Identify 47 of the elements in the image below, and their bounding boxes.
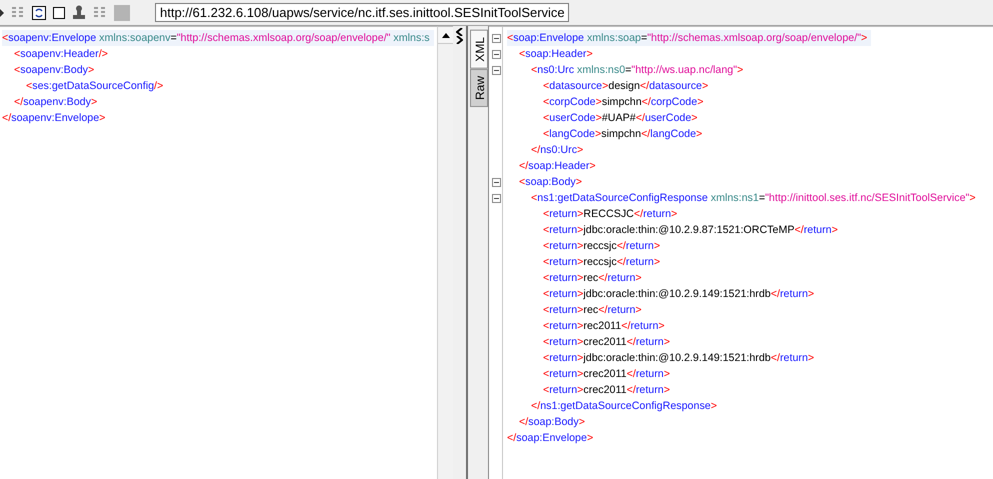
xml-line: <return>crec2011</return> — [543, 335, 671, 350]
scroll-up-icon[interactable] — [442, 32, 450, 38]
xml-line: </ns1:getDataSourceConfigResponse> — [531, 399, 718, 414]
collapse-icon[interactable] — [492, 178, 500, 186]
xml-line: </soap:Envelope> — [507, 431, 594, 446]
xml-line: </ns0:Urc> — [531, 143, 584, 158]
xml-line: <return>reccsjc</return> — [543, 255, 662, 270]
xml-line: <ns0:Urc xmlns:ns0="http://ws.uap.nc/lang"> — [531, 63, 744, 78]
xml-line: </soapenv:Envelope> — [2, 111, 106, 126]
xml-line: <corpCode>simpchn</corpCode> — [543, 95, 704, 110]
xml-line: <soapenv:Header/> — [14, 47, 109, 62]
xml-line: <return>RECCSJC</return> — [543, 207, 678, 222]
xml-line: <return>jdbc:oracle:thin:@10.2.9.87:1521:ORCTeMP</return> — [543, 223, 839, 238]
xml-line: </soap:Header> — [519, 159, 597, 174]
xml-line: </soap:Body> — [519, 415, 586, 430]
xml-line: <return>crec2011</return> — [543, 367, 671, 382]
xml-line: <soap:Header> — [519, 47, 594, 62]
xml-line: <ses:getDataSourceConfig/> — [26, 79, 164, 94]
xml-line: <return>jdbc:oracle:thin:@10.2.9.149:1521:hrdb</return> — [543, 351, 816, 366]
xml-line: <return>rec</return> — [543, 303, 643, 318]
splitter[interactable] — [453, 26, 468, 479]
stamp-icon[interactable] — [72, 5, 86, 20]
xml-line: <datasource>design</datasource> — [543, 79, 710, 94]
collapse-icon[interactable] — [492, 194, 500, 202]
square-icon[interactable] — [53, 6, 65, 18]
view-tab[interactable]: XML — [470, 30, 488, 69]
xml-line: <return>crec2011</return> — [543, 383, 671, 398]
collapse-left-icon[interactable] — [456, 28, 463, 36]
xml-line: <return>rec</return> — [543, 271, 643, 286]
url-field[interactable]: http://61.232.6.108/uapws/service/nc.itf.ses.inittool.SESInitToolService — [155, 3, 569, 22]
collapse-icon[interactable] — [492, 66, 500, 74]
collapse-icon[interactable] — [492, 50, 500, 58]
view-tab[interactable]: Raw — [470, 68, 488, 107]
xml-line: <return>jdbc:oracle:thin:@10.2.9.149:1521:hrdb</return> — [543, 287, 816, 302]
refresh-icon[interactable] — [32, 6, 46, 20]
scrollbar[interactable] — [437, 26, 453, 479]
xml-line: <soap:Body> — [519, 175, 584, 190]
xml-line: <ns1:getDataSourceConfigResponse xmlns:ns1="http://inittool.ses.itf.nc/SESInitToolService"> — [531, 191, 977, 206]
xml-line: <soapenv:Body> — [14, 63, 96, 78]
xml-line: </soapenv:Body> — [14, 95, 98, 110]
xml-line: <return>rec2011</return> — [543, 319, 666, 334]
xml-line: <userCode>#UAP#</userCode> — [543, 111, 699, 126]
collapse-icon[interactable] — [492, 34, 500, 42]
play-icon[interactable] — [0, 8, 4, 16]
xml-line: <return>reccsjc</return> — [543, 239, 662, 254]
expand-right-icon[interactable] — [456, 36, 463, 44]
xml-line: <langCode>simpchn</langCode> — [543, 127, 704, 142]
